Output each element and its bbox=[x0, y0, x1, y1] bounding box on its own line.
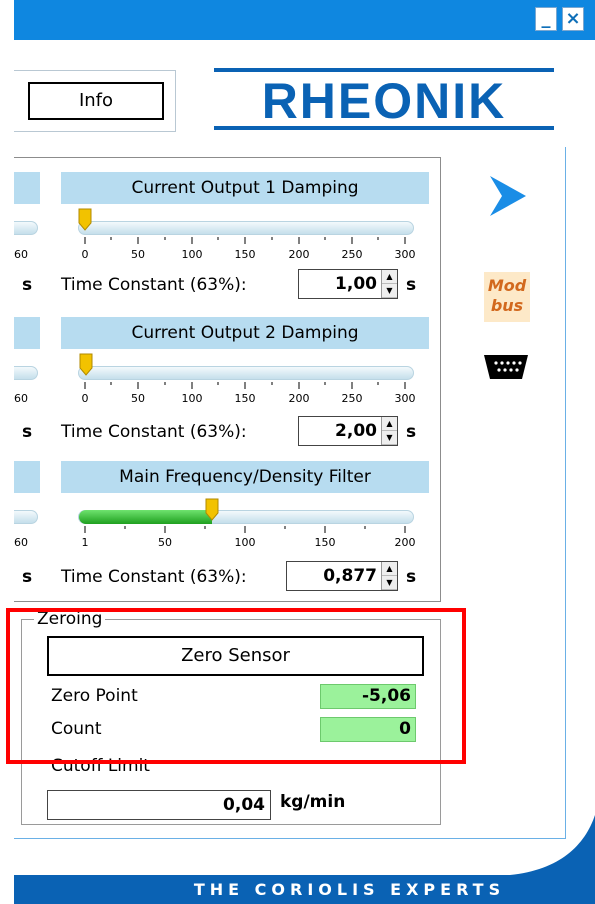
left-unit: s bbox=[22, 567, 33, 587]
left-slider-track bbox=[14, 510, 38, 524]
tick-label: 200 bbox=[288, 392, 310, 405]
tick-label: 150 bbox=[234, 392, 256, 405]
tick-label: 300 bbox=[394, 248, 416, 261]
spin-up-icon[interactable]: ▲ bbox=[382, 270, 397, 284]
cutoff-limit-unit: kg/min bbox=[280, 792, 346, 812]
minimize-button[interactable]: _ bbox=[535, 7, 557, 31]
title-bar bbox=[14, 0, 595, 40]
send-icon[interactable] bbox=[488, 174, 528, 218]
time-constant-label: Time Constant (63%): bbox=[61, 422, 247, 442]
left-tick-label: 60 bbox=[14, 392, 28, 405]
left-slider-track bbox=[14, 366, 38, 380]
spinner-arrows[interactable]: ▲ ▼ bbox=[381, 270, 397, 298]
tick-label: 250 bbox=[341, 392, 363, 405]
spinner-value: 1,00 bbox=[335, 274, 377, 294]
current-output-2-header: Current Output 2 Damping bbox=[61, 317, 429, 349]
tick-label: 150 bbox=[314, 536, 336, 549]
left-slider-track bbox=[14, 221, 38, 235]
spin-up-icon[interactable]: ▲ bbox=[382, 417, 397, 431]
info-button[interactable]: Info bbox=[28, 82, 164, 120]
modbus-label-2: bus bbox=[490, 296, 524, 315]
tick-label: 100 bbox=[181, 248, 203, 261]
svg-text:RHEONIK: RHEONIK bbox=[262, 73, 507, 129]
spin-up-icon[interactable]: ▲ bbox=[382, 562, 397, 576]
time-constant-unit: s bbox=[406, 422, 417, 442]
tick-label: 250 bbox=[341, 248, 363, 261]
left-unit: s bbox=[22, 275, 33, 295]
left-tick-label: 60 bbox=[14, 536, 28, 549]
left-tick-label: 60 bbox=[14, 248, 28, 261]
tick-label: 1 bbox=[81, 536, 89, 549]
spinner-arrows[interactable]: ▲ ▼ bbox=[381, 562, 397, 590]
tick-label: 200 bbox=[394, 536, 416, 549]
main-filter-spinner[interactable]: 0,877 ▲ ▼ bbox=[286, 561, 398, 591]
spinner-arrows[interactable]: ▲ ▼ bbox=[381, 417, 397, 445]
tick-label: 150 bbox=[234, 248, 256, 261]
main-filter-thumb[interactable] bbox=[205, 497, 219, 521]
tick-label: 50 bbox=[158, 536, 172, 549]
current-output-2-thumb[interactable] bbox=[79, 352, 93, 376]
tick-label: 100 bbox=[234, 536, 256, 549]
footer-tagline: THE CORIOLIS EXPERTS bbox=[14, 875, 595, 904]
spinner-value: 0,877 bbox=[323, 566, 377, 586]
left-unit: s bbox=[22, 422, 33, 442]
current-output-1-header: Current Output 1 Damping bbox=[61, 172, 429, 204]
modbus-icon[interactable]: Mod bus bbox=[484, 272, 530, 322]
time-constant-label: Time Constant (63%): bbox=[61, 567, 247, 587]
tick-label: 200 bbox=[288, 248, 310, 261]
tick-label: 0 bbox=[81, 392, 89, 405]
spinner-value: 2,00 bbox=[335, 421, 377, 441]
footer-swoosh bbox=[510, 815, 595, 875]
highlight-box bbox=[6, 608, 466, 764]
time-constant-label: Time Constant (63%): bbox=[61, 275, 247, 295]
current-output-1-thumb[interactable] bbox=[78, 207, 92, 231]
time-constant-unit: s bbox=[406, 567, 417, 587]
current-output-1-track[interactable] bbox=[78, 221, 414, 235]
tick-label: 50 bbox=[131, 392, 145, 405]
current-output-2-track[interactable] bbox=[78, 366, 414, 380]
time-constant-1-spinner[interactable]: 1,00 ▲ ▼ bbox=[298, 269, 398, 299]
tick-label: 100 bbox=[181, 392, 203, 405]
left-section-header bbox=[14, 461, 40, 493]
tick-label: 300 bbox=[394, 392, 416, 405]
spin-down-icon[interactable]: ▼ bbox=[382, 431, 397, 445]
tick-marks bbox=[84, 382, 406, 389]
main-filter-fill bbox=[79, 510, 212, 524]
tick-label: 0 bbox=[81, 248, 89, 261]
spin-down-icon[interactable]: ▼ bbox=[382, 576, 397, 590]
tick-label: 50 bbox=[131, 248, 145, 261]
time-constant-unit: s bbox=[406, 275, 417, 295]
tick-marks bbox=[84, 526, 406, 533]
time-constant-2-spinner[interactable]: 2,00 ▲ ▼ bbox=[298, 416, 398, 446]
main-frequency-filter-header: Main Frequency/Density Filter bbox=[61, 461, 429, 493]
left-section-header bbox=[14, 317, 40, 349]
rheonik-logo: RHEONIK bbox=[214, 68, 554, 130]
close-button[interactable]: × bbox=[562, 7, 584, 31]
left-section-header bbox=[14, 172, 40, 204]
modbus-label-1: Mod bbox=[487, 276, 527, 295]
serial-port-icon[interactable] bbox=[482, 353, 530, 381]
spin-down-icon[interactable]: ▼ bbox=[382, 284, 397, 298]
tick-marks bbox=[84, 237, 406, 244]
